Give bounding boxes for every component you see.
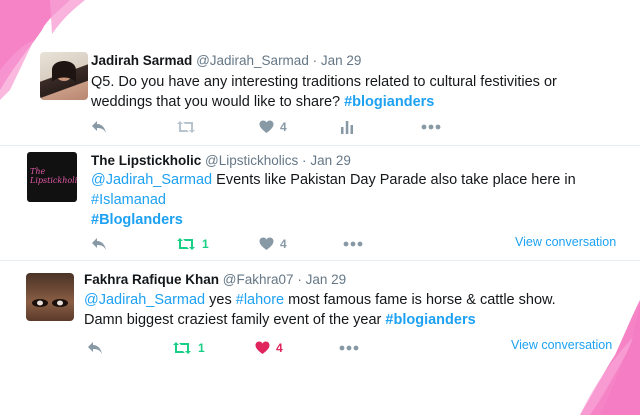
tweet-date[interactable]: Jan 29 xyxy=(306,272,347,287)
analytics-button[interactable] xyxy=(340,120,354,134)
tweet-text-line: @Jadirah_Sarmad yes #lahore most famous … xyxy=(84,290,556,310)
retweet-button[interactable]: 1 xyxy=(172,341,205,355)
reply-button[interactable] xyxy=(91,237,107,251)
tweet-text-line: weddings that you would like to share? #… xyxy=(91,92,557,112)
reply-icon xyxy=(88,342,102,354)
tweet-text: Q5. Do you have any interesting traditio… xyxy=(91,72,557,112)
separator: · xyxy=(302,153,307,168)
tweet-jadirah: Jadirah Sarmad @Jadirah_Sarmad · Jan 29 … xyxy=(0,0,640,145)
retweet-button[interactable] xyxy=(176,120,202,134)
user-handle[interactable]: @Lipstickholics xyxy=(205,153,298,168)
like-button[interactable]: 4 xyxy=(255,341,283,355)
user-name[interactable]: Fakhra Rafique Khan xyxy=(84,272,219,287)
reply-button[interactable] xyxy=(91,120,107,134)
more-button[interactable] xyxy=(339,345,359,351)
retweet-count: 1 xyxy=(198,341,205,355)
tweet-text-segment: Damn biggest craziest family event of th… xyxy=(84,312,386,328)
tweet-text-segment: yes xyxy=(205,292,236,308)
separator: · xyxy=(312,53,318,68)
hashtag-link[interactable]: #lahore xyxy=(236,292,284,308)
retweet-button[interactable]: 1 xyxy=(176,237,209,251)
like-button[interactable]: 4 xyxy=(259,237,287,251)
user-handle[interactable]: @Fakhra07 xyxy=(223,272,294,287)
hashtag-link[interactable]: #blogianders xyxy=(385,312,475,328)
view-conversation-link[interactable]: View conversation xyxy=(515,235,616,249)
reply-icon xyxy=(92,238,106,250)
retweet-icon xyxy=(177,238,195,250)
more-icon xyxy=(343,241,363,247)
tweet-actions: 1 4 View conversation xyxy=(87,338,627,361)
avatar[interactable] xyxy=(40,52,88,100)
hashtag-link[interactable]: #Bloglanders xyxy=(91,212,183,228)
user-handle[interactable]: @Jadirah_Sarmad xyxy=(196,53,309,68)
like-icon xyxy=(255,341,270,354)
tweet-text-segment: Events like Pakistan Day Parade also tak… xyxy=(212,172,576,188)
tweet-actions: 1 4 View conversation xyxy=(91,235,621,257)
tweet-lipstickholic: The Lipstickholic The Lipstickholic @Lip… xyxy=(0,146,640,258)
tweet-header: Fakhra Rafique Khan @Fakhra07 · Jan 29 xyxy=(84,272,346,287)
more-button[interactable] xyxy=(343,241,363,247)
like-icon xyxy=(259,120,274,133)
like-count: 4 xyxy=(276,341,283,355)
more-icon xyxy=(339,345,359,351)
tweet-date[interactable]: Jan 29 xyxy=(310,153,351,168)
user-name[interactable]: The Lipstickholic xyxy=(91,153,201,168)
tweet-text-segment: most famous fame is horse & cattle show. xyxy=(284,292,556,308)
avatar[interactable] xyxy=(26,273,74,321)
retweet-icon xyxy=(173,342,191,354)
view-conversation-link[interactable]: View conversation xyxy=(511,338,612,352)
tweet-text-line: @Jadirah_Sarmad Events like Pakistan Day… xyxy=(91,170,576,190)
tweet-header: Jadirah Sarmad @Jadirah_Sarmad · Jan 29 xyxy=(91,53,361,68)
retweet-count: 1 xyxy=(202,237,209,251)
tweet-text-line: #Bloglanders xyxy=(91,210,576,230)
user-name[interactable]: Jadirah Sarmad xyxy=(91,53,192,68)
like-count: 4 xyxy=(280,237,287,251)
avatar-logo-text: The Lipstickholic xyxy=(30,167,77,185)
retweet-icon xyxy=(177,121,195,133)
reply-button[interactable] xyxy=(87,341,103,355)
hashtag-link[interactable]: #blogianders xyxy=(344,94,434,110)
like-icon xyxy=(259,237,274,250)
more-button[interactable] xyxy=(421,124,441,130)
mention-link[interactable]: @Jadirah_Sarmad xyxy=(91,172,212,188)
tweet-date[interactable]: Jan 29 xyxy=(321,53,362,68)
tweet-fakhra: Fakhra Rafique Khan @Fakhra07 · Jan 29 @… xyxy=(0,261,640,415)
tweet-text-segment: weddings that you would like to share? xyxy=(91,94,345,110)
reply-icon xyxy=(92,121,106,133)
tweet-text-line: Damn biggest craziest family event of th… xyxy=(84,310,556,330)
analytics-icon xyxy=(341,121,353,134)
more-icon xyxy=(421,124,441,130)
tweet-header: The Lipstickholic @Lipstickholics · Jan … xyxy=(91,153,351,168)
tweet-text: @Jadirah_Sarmad yes #lahore most famous … xyxy=(84,290,556,330)
like-count: 4 xyxy=(280,120,287,134)
avatar[interactable]: The Lipstickholic xyxy=(27,152,77,202)
tweet-text-line: #Islamanad xyxy=(91,190,576,210)
tweet-text-line: Q5. Do you have any interesting traditio… xyxy=(91,74,557,90)
like-button[interactable]: 4 xyxy=(259,120,287,134)
hashtag-link[interactable]: #Islamanad xyxy=(91,192,166,208)
mention-link[interactable]: @Jadirah_Sarmad xyxy=(84,292,205,308)
tweet-actions: 4 xyxy=(91,120,451,140)
tweet-text: @Jadirah_Sarmad Events like Pakistan Day… xyxy=(91,170,576,230)
separator: · xyxy=(297,272,302,287)
